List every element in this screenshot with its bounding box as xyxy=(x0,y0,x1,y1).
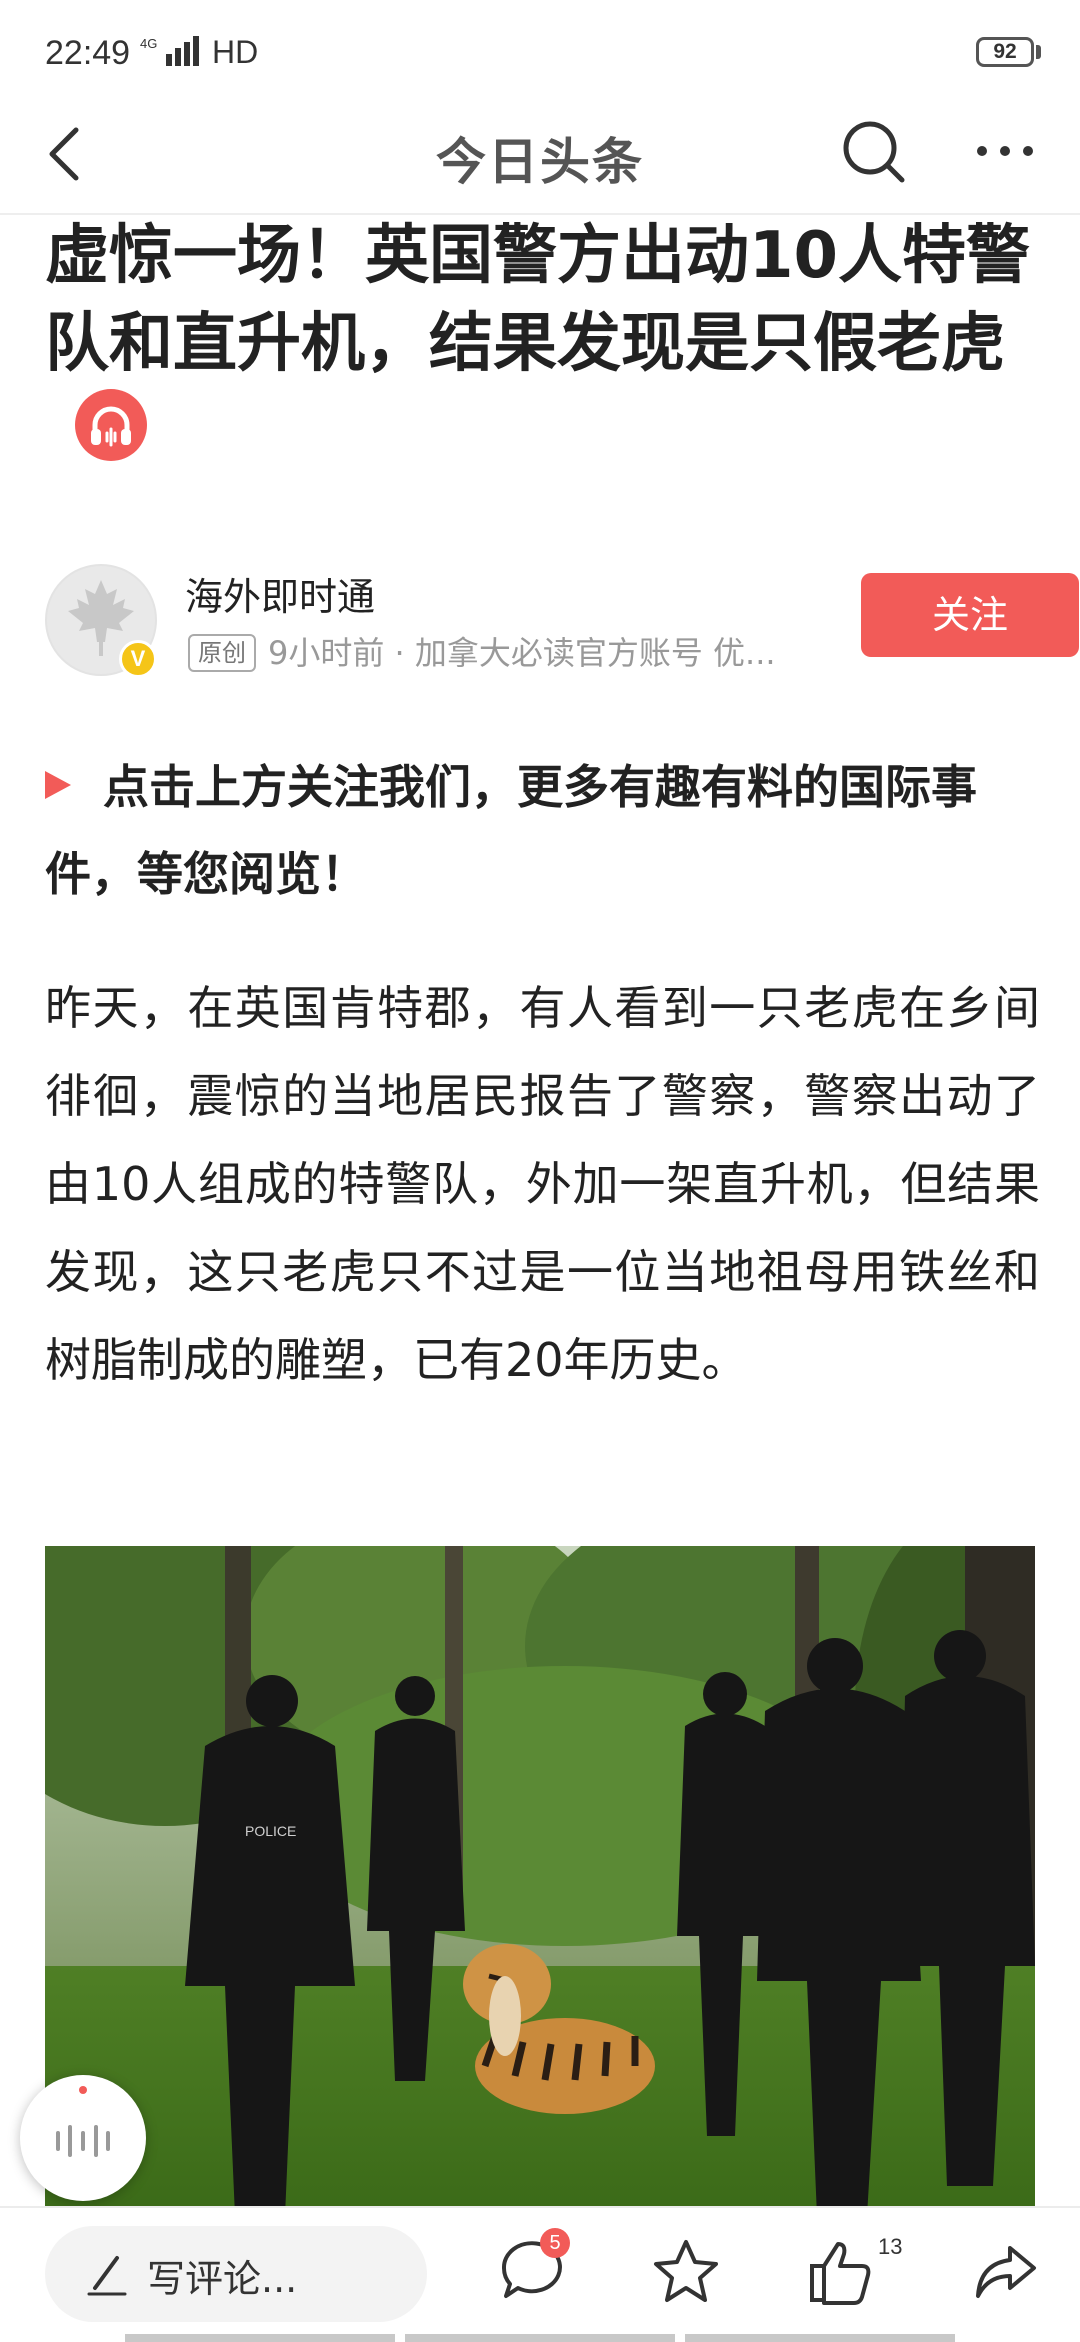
original-tag: 原创 xyxy=(188,634,256,672)
status-hd: HD xyxy=(212,34,259,70)
like-count: 13 xyxy=(878,2234,903,2259)
author-meta-text: 9小时前 · 加拿大必读官方账号 优... xyxy=(268,634,776,672)
promo-text: 点击上方关注我们，更多有趣有料的国际事件，等您阅览！ xyxy=(45,744,1040,918)
comment-count-badge: 5 xyxy=(540,2228,570,2258)
app-title: 今日头条 xyxy=(436,133,644,191)
audio-wave-icon xyxy=(56,2086,110,2157)
verified-badge-icon: V xyxy=(119,640,157,678)
status-time: 22:49 xyxy=(45,34,131,72)
article-paragraph: 昨天，在英国肯特郡，有人看到一只老虎在乡间徘徊，震惊的当地居民报告了警察，警察出… xyxy=(45,981,1040,1387)
thumbs-up-icon[interactable] xyxy=(806,2236,878,2308)
police-label: POLICE xyxy=(245,1823,296,1839)
battery-tip xyxy=(1036,45,1041,59)
comment-placeholder: 写评论... xyxy=(147,2257,298,2301)
avatar[interactable]: V xyxy=(45,564,157,678)
article-title: 虚惊一场！英国警方出动10人特警队和直升机，结果发现是只假老虎 xyxy=(45,212,1040,476)
headphones-icon[interactable] xyxy=(75,389,147,461)
nav-bar: 今日头条 xyxy=(0,100,1080,215)
author-name[interactable]: 海外即时通 xyxy=(185,566,375,621)
pen-icon xyxy=(87,2256,127,2296)
follow-button[interactable]: 关注 xyxy=(861,573,1079,657)
article-photo[interactable]: POLICE xyxy=(45,1546,1035,2216)
play-triangle-icon xyxy=(45,771,71,799)
author-meta: 原创 9小时前 · 加拿大必读官方账号 优... xyxy=(188,628,878,674)
more-icon[interactable] xyxy=(970,126,1040,176)
promo-text-content: 点击上方关注我们，更多有趣有料的国际事件，等您阅览！ xyxy=(45,760,977,901)
floating-audio-button[interactable] xyxy=(20,2075,146,2201)
search-icon[interactable] xyxy=(838,116,908,186)
battery-level: 92 xyxy=(993,40,1017,63)
home-indicator xyxy=(125,2334,955,2342)
signal-icon: 4G xyxy=(140,36,199,66)
battery-icon: 92 xyxy=(976,37,1034,67)
star-icon[interactable] xyxy=(650,2236,722,2308)
article-title-text: 虚惊一场！英国警方出动10人特警队和直升机，结果发现是只假老虎 xyxy=(45,219,1031,381)
comment-input[interactable]: 写评论... xyxy=(45,2226,427,2322)
police-tiger-photo: POLICE xyxy=(45,1546,1035,2216)
author-block: V 海外即时通 原创 9小时前 · 加拿大必读官方账号 优... 关注 xyxy=(45,560,1079,680)
bottom-toolbar: 写评论... 5 13 xyxy=(0,2206,1080,2342)
signal-network-label: 4G xyxy=(140,36,157,51)
share-icon[interactable] xyxy=(970,2236,1042,2308)
status-bar: 22:49 4G HD 92 xyxy=(0,0,1080,100)
